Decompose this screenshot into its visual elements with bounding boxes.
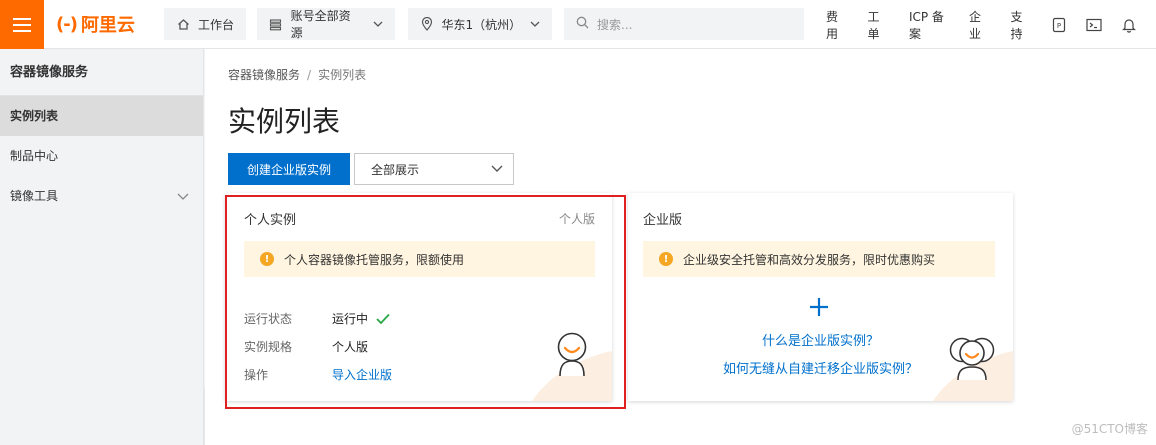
sidebar-item-label: 镜像工具 <box>10 189 59 203</box>
chevron-down-icon <box>373 19 383 30</box>
spec-row: 实例规格 个人版 <box>244 338 368 355</box>
search-icon <box>576 16 589 32</box>
page-title: 实例列表 <box>228 105 341 138</box>
top-navigation-bar: (-) 阿里云 工作台 账号全部资源 华东1（杭州） 搜索... 费用 工单 I… <box>0 0 1156 49</box>
resources-label: 账号全部资源 <box>290 9 351 40</box>
group-avatar-icon <box>949 337 995 381</box>
card-title: 企业版 <box>643 213 683 228</box>
breadcrumb-current: 实例列表 <box>318 68 367 82</box>
sidebar-title: 容器镜像服务 <box>0 49 203 96</box>
chevron-down-icon <box>530 19 540 30</box>
list-icon <box>269 17 283 31</box>
notice-banner: ! 个人容器镜像托管服务，限额使用 <box>244 241 595 277</box>
region-dropdown[interactable]: 华东1（杭州） <box>408 8 552 40</box>
logo-text: 阿里云 <box>80 15 135 36</box>
personal-instance-card[interactable]: 个人实例 个人版 ! 个人容器镜像托管服务，限额使用 运行状态 运行中 实例规格… <box>225 193 612 401</box>
status-text: 运行中 <box>332 312 369 326</box>
workbench-button[interactable]: 工作台 <box>164 8 246 40</box>
instance-filter-select[interactable]: 全部展示 <box>354 153 514 185</box>
action-row: 操作 导入企业版 <box>244 366 392 383</box>
sidebar-item-instances[interactable]: 实例列表 <box>0 96 203 136</box>
top-link-enterprise[interactable]: 企业 <box>969 8 988 42</box>
status-row: 运行状态 运行中 <box>244 310 390 327</box>
sidebar-item-image-tools[interactable]: 镜像工具 <box>0 176 203 216</box>
top-link-icp[interactable]: ICP 备案 <box>909 8 947 42</box>
filter-value: 全部展示 <box>371 162 420 177</box>
breadcrumb-item[interactable]: 容器镜像服务 <box>228 68 300 82</box>
menu-button[interactable] <box>0 0 44 49</box>
top-link-ticket[interactable]: 工单 <box>867 8 886 42</box>
search-placeholder: 搜索... <box>597 17 633 32</box>
breadcrumb: 容器镜像服务 / 实例列表 <box>228 68 367 82</box>
row-value: 运行中 <box>332 310 390 327</box>
row-key: 运行状态 <box>244 312 293 326</box>
app-icon[interactable]: P <box>1052 17 1066 33</box>
top-link-billing[interactable]: 费用 <box>826 8 845 42</box>
region-label: 华东1（杭州） <box>441 17 522 32</box>
create-enterprise-instance-button[interactable]: 创建企业版实例 <box>228 153 350 185</box>
warning-icon: ! <box>659 252 673 266</box>
resources-dropdown[interactable]: 账号全部资源 <box>257 8 395 40</box>
terminal-icon[interactable] <box>1086 17 1102 33</box>
row-value: 个人版 <box>332 340 369 354</box>
sidebar: 容器镜像服务 实例列表 制品中心 镜像工具 <box>0 49 204 445</box>
top-link-support[interactable]: 支持 <box>1011 8 1030 42</box>
sidebar-item-artifact-center[interactable]: 制品中心 <box>0 136 203 176</box>
plus-icon[interactable] <box>809 297 829 317</box>
top-links: 费用 工单 ICP 备案 企业 支持 P <box>826 0 1156 49</box>
svg-text:P: P <box>1057 22 1061 30</box>
search-input[interactable]: 搜索... <box>564 8 804 40</box>
main-content: 容器镜像服务 / 实例列表 实例列表 创建企业版实例 全部展示 个人实例 个人版 !… <box>205 49 1156 445</box>
check-icon <box>376 313 390 324</box>
card-title: 个人实例 <box>244 213 297 228</box>
warning-icon: ! <box>260 252 274 266</box>
home-icon <box>176 17 190 31</box>
notice-banner: ! 企业级安全托管和高效分发服务，限时优惠购买 <box>643 241 995 277</box>
notice-text: 企业级安全托管和高效分发服务，限时优惠购买 <box>683 252 936 267</box>
row-key: 操作 <box>244 368 269 382</box>
enterprise-instance-card[interactable]: 企业版 ! 企业级安全托管和高效分发服务，限时优惠购买 什么是企业版实例？ 如何… <box>628 193 1013 401</box>
location-icon <box>420 17 433 31</box>
bell-icon[interactable] <box>1122 17 1136 33</box>
watermark: @51CTO博客 <box>1071 422 1148 436</box>
logo-mark: (-) <box>56 13 78 35</box>
import-enterprise-link[interactable]: 导入企业版 <box>332 366 392 383</box>
workbench-label: 工作台 <box>198 17 235 32</box>
chevron-down-icon <box>177 176 189 216</box>
aliyun-logo[interactable]: (-) 阿里云 <box>56 11 135 37</box>
row-key: 实例规格 <box>244 340 293 354</box>
edition-tag: 个人版 <box>558 212 595 226</box>
notice-text: 个人容器镜像托管服务，限额使用 <box>284 252 465 267</box>
chevron-down-icon <box>489 160 505 176</box>
user-avatar-icon <box>557 332 587 377</box>
sidebar-item-label: 实例列表 <box>10 109 59 123</box>
hamburger-icon <box>13 17 31 32</box>
sidebar-item-label: 制品中心 <box>10 149 59 163</box>
